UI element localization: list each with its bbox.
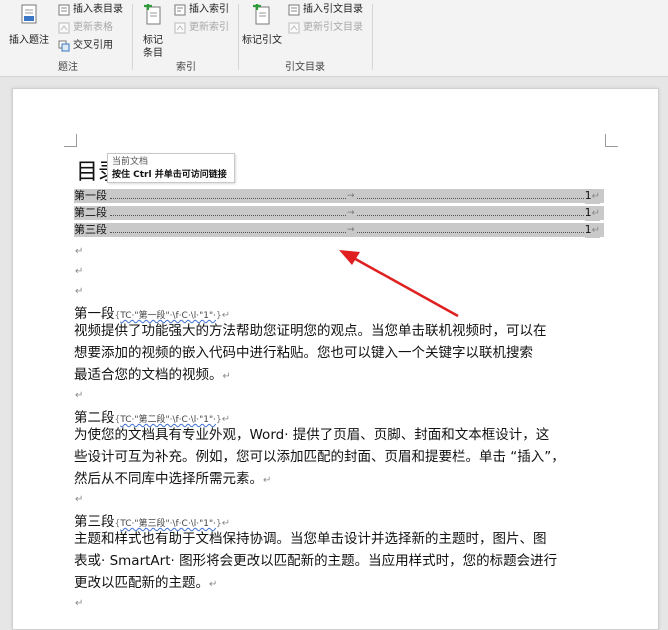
annotation-arrow <box>339 250 459 318</box>
annotation-arrow-head <box>339 250 360 265</box>
annotation-arrow-shaft <box>349 254 459 318</box>
